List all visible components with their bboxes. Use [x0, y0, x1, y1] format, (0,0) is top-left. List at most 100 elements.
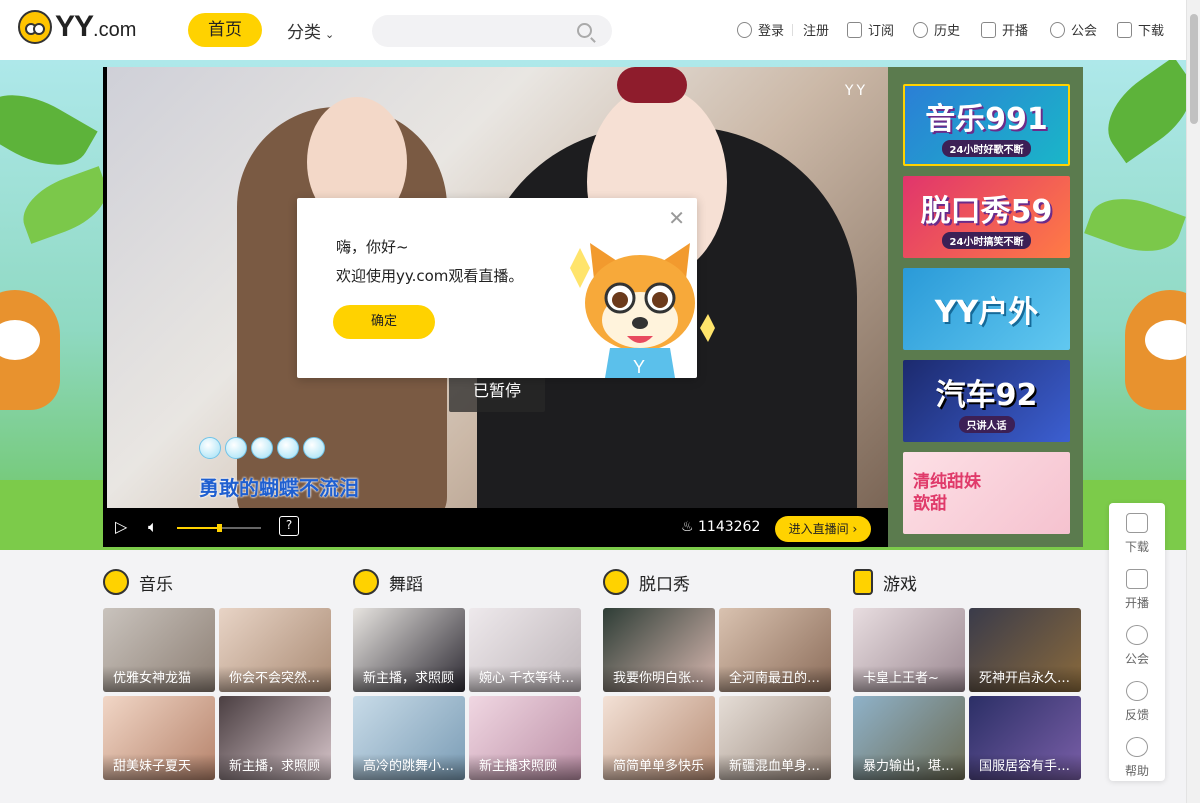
stream-card[interactable]: 甜美妹子夏天 — [103, 696, 215, 780]
stream-card[interactable]: 我要你明白张… — [603, 608, 715, 692]
search-icon[interactable] — [577, 23, 592, 38]
channel-title: 音乐991 — [925, 101, 1048, 137]
section-title: 舞蹈 — [389, 574, 423, 595]
logo-suffix: .com — [93, 19, 137, 41]
stream-card[interactable]: 死神开启永久… — [969, 608, 1081, 692]
section-header[interactable]: 游戏 — [853, 567, 1083, 597]
stream-title: 新疆混血单身… — [719, 754, 831, 780]
guild-link[interactable]: 公会 — [1050, 20, 1097, 39]
register-link[interactable]: 注册 — [803, 20, 829, 39]
stream-title: 婉心 千衣等待… — [469, 666, 581, 692]
float-feedback-button[interactable]: 反馈 — [1109, 681, 1165, 723]
stream-title: 甜美妹子夏天 — [103, 754, 215, 780]
popularity-counter: ♨ 1143262 — [681, 519, 760, 535]
float-feedback-label: 反馈 — [1124, 708, 1149, 722]
download-icon — [1117, 21, 1132, 38]
close-icon[interactable]: ✕ — [668, 206, 685, 230]
channel-title: YY户外 — [934, 295, 1039, 330]
scrollbar-thumb[interactable] — [1190, 14, 1198, 124]
login-link[interactable]: 登录 — [737, 20, 784, 39]
leaf-decoration — [1091, 60, 1186, 164]
danmaku-toggle-icon[interactable]: ? — [279, 516, 299, 536]
stream-card[interactable]: 新主播求照顾 — [469, 696, 581, 780]
stream-card[interactable]: 高冷的跳舞小… — [353, 696, 465, 780]
user-icon — [737, 21, 752, 38]
stream-card[interactable]: 优雅女神龙猫 — [103, 608, 215, 692]
page-scrollbar[interactable] — [1186, 0, 1200, 803]
svg-text:Y: Y — [633, 357, 645, 377]
microphone-icon — [103, 569, 129, 595]
broadcast-link[interactable]: 开播 — [981, 20, 1028, 39]
karaoke-lyric: 勇敢的蝴蝶不流泪 — [199, 476, 359, 500]
section-title: 音乐 — [139, 574, 173, 595]
download-label: 下载 — [1138, 24, 1165, 39]
subscribe-link[interactable]: 订阅 — [847, 20, 894, 39]
nav-category-dropdown[interactable]: 分类 ⌄ — [287, 18, 334, 43]
stream-card[interactable]: 婉心 千衣等待… — [469, 608, 581, 692]
stream-title: 优雅女神龙猫 — [103, 666, 215, 692]
play-icon[interactable]: ▷ — [115, 517, 127, 536]
leaf-decoration — [14, 166, 116, 244]
stream-card[interactable]: 国服居容有手… — [969, 696, 1081, 780]
channel-thumbnail[interactable]: 汽车92 只讲人话 — [903, 360, 1070, 442]
stream-title: 高冷的跳舞小… — [353, 754, 465, 780]
channel-thumbnail[interactable]: 清纯甜妹 歆甜 — [903, 452, 1070, 534]
site-logo[interactable]: YY.com — [18, 10, 136, 44]
section-games: 游戏 卡皇上王者~ 死神开启永久… 暴力输出，堪… 国服居容有手… — [853, 567, 1083, 780]
section-title: 游戏 — [883, 574, 917, 595]
section-header[interactable]: 脱口秀 — [603, 567, 833, 597]
guild-label: 公会 — [1071, 24, 1098, 39]
float-broadcast-button[interactable]: 开播 — [1109, 569, 1165, 611]
stream-title: 卡皇上王者~ — [853, 666, 965, 692]
stream-card[interactable]: 简简单单多快乐 — [603, 696, 715, 780]
channel-thumbnail[interactable]: 脱口秀59 24小时搞笑不断 — [903, 176, 1070, 258]
channel-thumbnail[interactable]: 音乐991 24小时好歌不断 — [903, 84, 1070, 166]
mascot-decoration — [0, 290, 60, 410]
stream-card[interactable]: 新主播，求照顾 — [219, 696, 331, 780]
volume-fill — [177, 527, 219, 529]
dialog-message: 欢迎使用yy.com观看直播。 — [336, 267, 524, 285]
stream-card[interactable]: 暴力输出，堪… — [853, 696, 965, 780]
phone-game-icon — [853, 569, 873, 595]
float-guild-button[interactable]: 公会 — [1109, 625, 1165, 667]
stream-title: 死神开启永久… — [969, 666, 1081, 692]
stream-card[interactable]: 卡皇上王者~ — [853, 608, 965, 692]
volume-slider[interactable] — [177, 524, 261, 532]
stream-title: 国服居容有手… — [969, 754, 1081, 780]
stream-card[interactable]: 你会不会突然… — [219, 608, 331, 692]
float-download-button[interactable]: 下载 — [1109, 513, 1165, 555]
confirm-button[interactable]: 确定 — [333, 305, 435, 339]
section-header[interactable]: 音乐 — [103, 567, 333, 597]
nav-home-button[interactable]: 首页 — [188, 13, 262, 47]
stream-title: 我要你明白张… — [603, 666, 715, 692]
float-help-label: 帮助 — [1124, 764, 1149, 778]
stream-card[interactable]: 新疆混血单身… — [719, 696, 831, 780]
download-link[interactable]: 下载 — [1117, 20, 1164, 39]
float-help-button[interactable]: 帮助 — [1109, 737, 1165, 779]
channel-thumbnail[interactable]: YY户外 — [903, 268, 1070, 350]
chat-bubble-icon — [1126, 681, 1148, 701]
lightbulb-icon — [1126, 737, 1148, 757]
search-input[interactable] — [372, 15, 612, 47]
divider — [792, 24, 793, 36]
channel-subtitle: 24小时好歌不断 — [941, 139, 1032, 157]
dialog-greeting: 嗨，你好~ — [336, 238, 409, 256]
float-guild-label: 公会 — [1124, 652, 1149, 666]
float-broadcast-label: 开播 — [1124, 596, 1149, 610]
channel-subtitle: 24小时搞笑不断 — [941, 231, 1032, 249]
volume-knob[interactable] — [217, 524, 222, 532]
history-link[interactable]: 历史 — [913, 20, 960, 39]
popularity-count: 1143262 — [698, 519, 761, 535]
volume-icon[interactable]: 🔈︎ — [148, 517, 158, 537]
history-label: 历史 — [934, 24, 961, 39]
stream-card[interactable]: 全河南最丑的… — [719, 608, 831, 692]
download-icon — [1126, 513, 1148, 533]
section-header[interactable]: 舞蹈 — [353, 567, 583, 597]
stream-card[interactable]: 新主播，求照顾 — [353, 608, 465, 692]
enter-room-label: 进入直播间 — [788, 522, 849, 536]
badge-star-icon — [1126, 625, 1148, 645]
login-label: 登录 — [758, 24, 785, 39]
stream-title: 简简单单多快乐 — [603, 754, 715, 780]
chevron-down-icon: ⌄ — [325, 28, 335, 41]
enter-room-button[interactable]: 进入直播间 › — [775, 516, 871, 542]
